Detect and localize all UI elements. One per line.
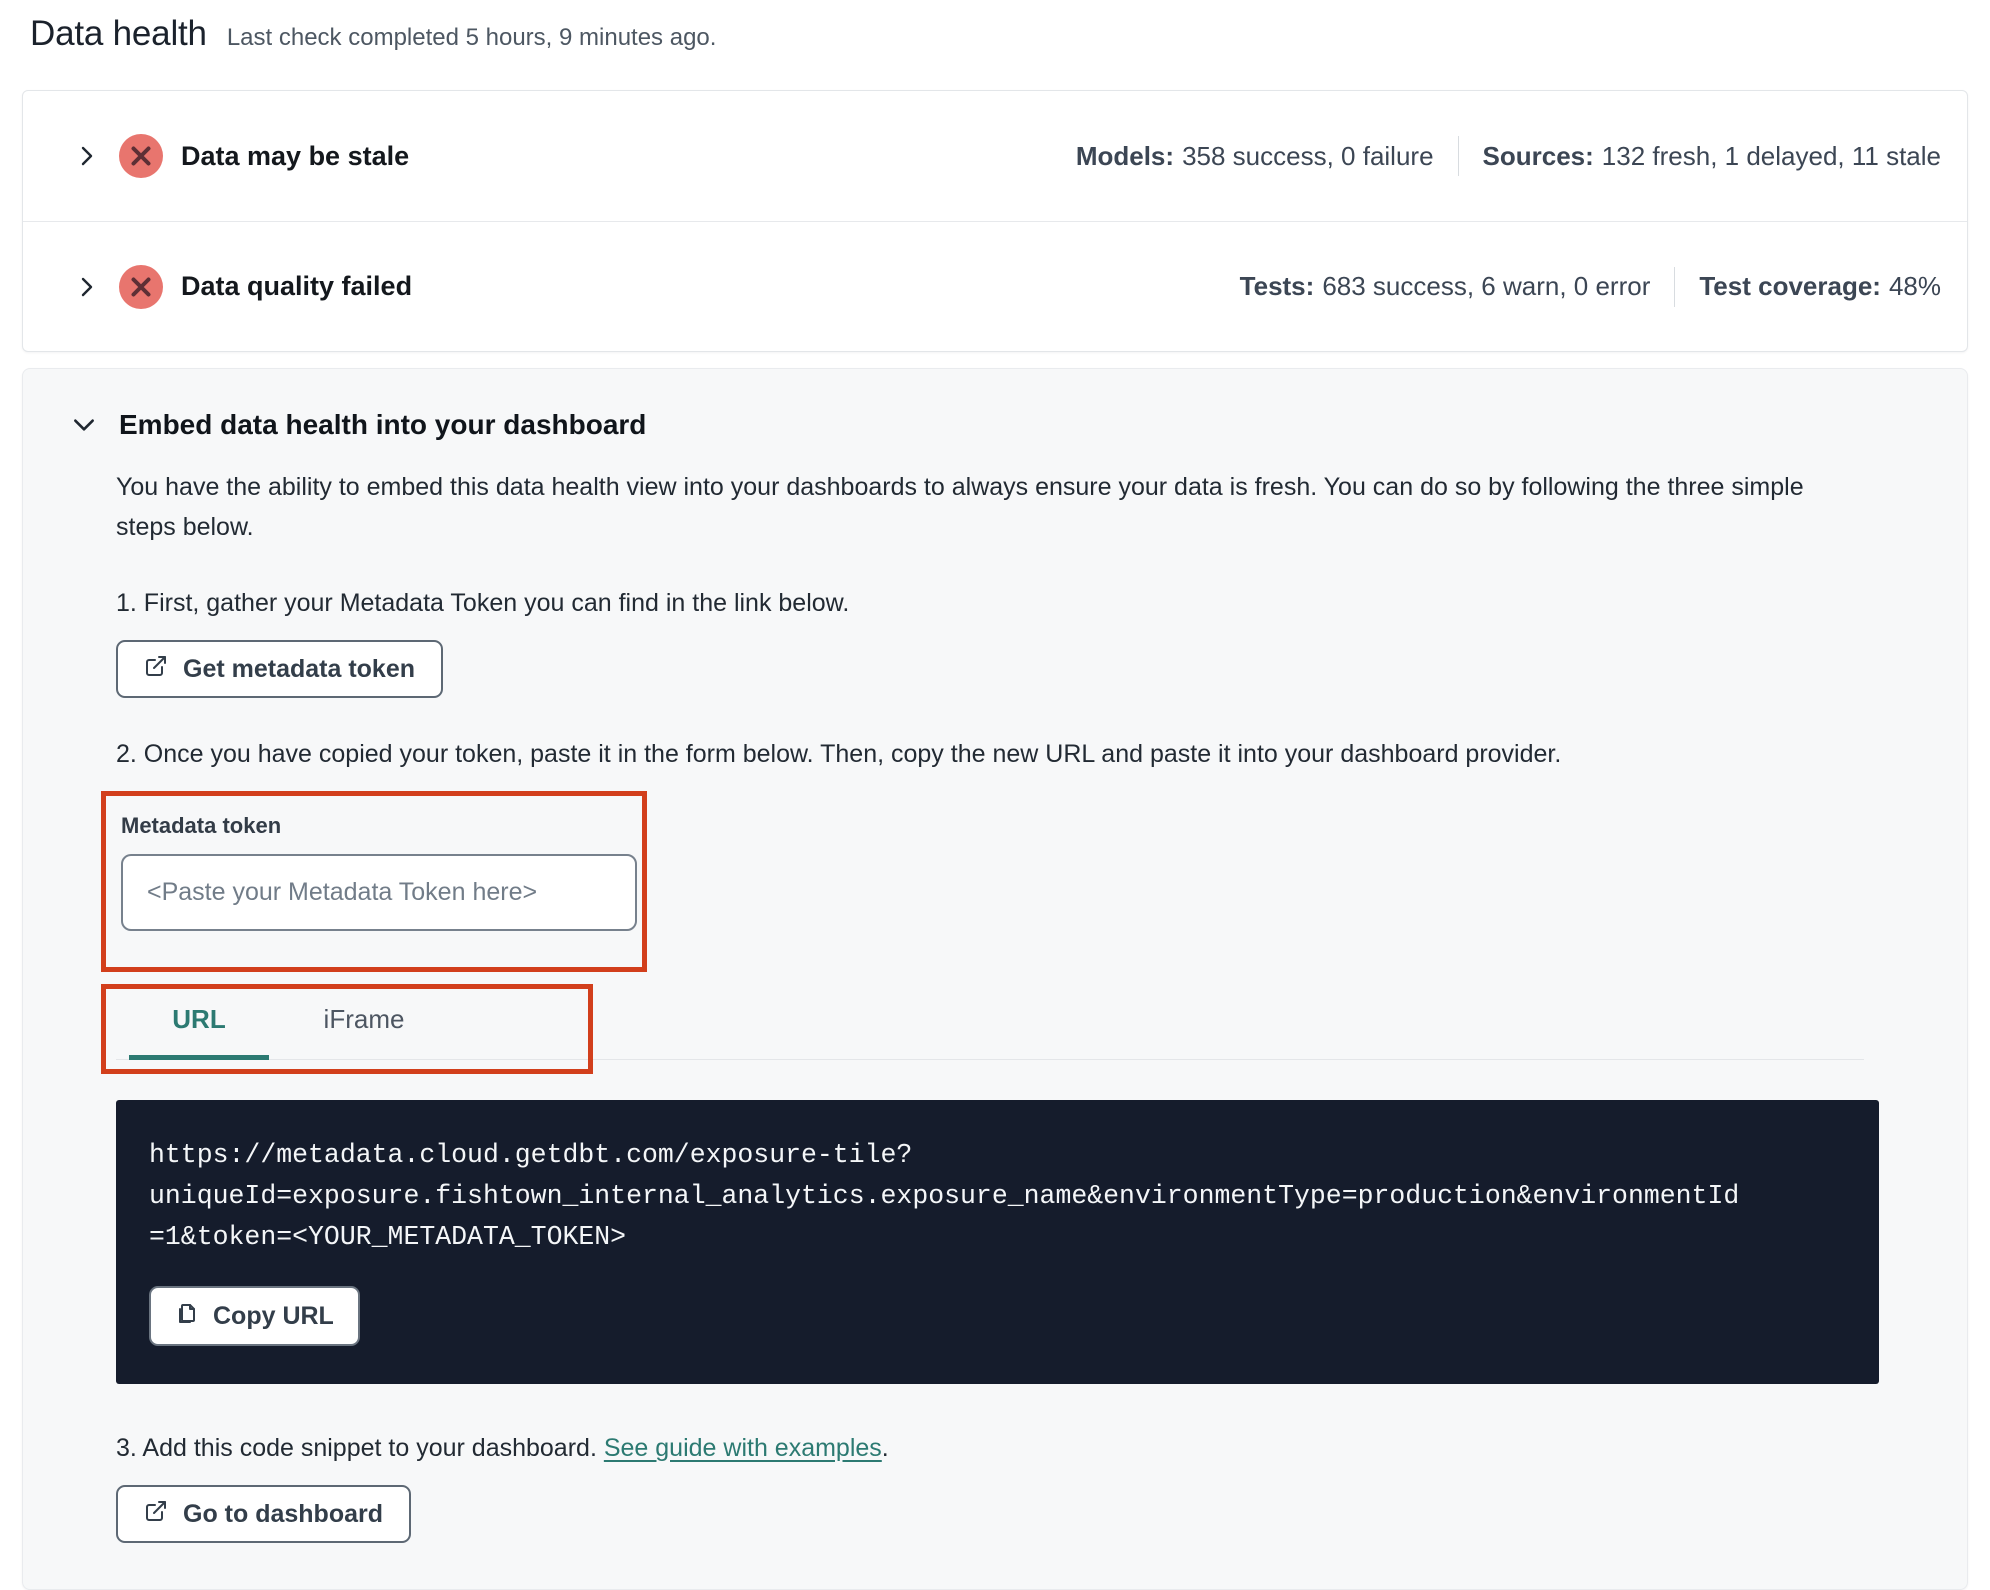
status-row-stale[interactable]: Data may be stale Models: 358 success, 0… (23, 91, 1967, 221)
tab-iframe[interactable]: iFrame (269, 984, 459, 1060)
chevron-down-icon[interactable] (71, 412, 97, 438)
stat-name: Models: (1075, 140, 1175, 171)
stat-value: 48% (1888, 271, 1941, 301)
status-row-stats: Tests: 683 success, 6 warn, 0 error Test… (1239, 266, 1941, 307)
last-check-status: Last check completed 5 hours, 9 minutes … (226, 24, 717, 51)
status-row-title: Data quality failed (181, 271, 413, 301)
see-guide-link[interactable]: See guide with examples (604, 1434, 882, 1462)
chevron-right-icon[interactable] (75, 275, 99, 299)
copy-icon (175, 1300, 199, 1333)
get-metadata-token-button[interactable]: Get metadata token (116, 640, 444, 698)
embed-section-card: Embed data health into your dashboard Yo… (22, 368, 1968, 1590)
tab-bar: URL iFrame (116, 984, 1864, 1060)
page-header: Data health Last check completed 5 hours… (0, 0, 1990, 54)
page-title: Data health (30, 14, 207, 53)
embed-output-tabs: URL iFrame (101, 984, 1887, 1074)
step-3-prefix: 3. Add this code snippet to your dashboa… (116, 1434, 604, 1462)
embed-url-code-block: https://metadata.cloud.getdbt.com/exposu… (116, 1100, 1879, 1384)
embed-section-title: Embed data health into your dashboard (119, 409, 647, 440)
go-to-dashboard-label: Go to dashboard (183, 1499, 383, 1528)
step-3-suffix: . (881, 1434, 889, 1462)
go-to-dashboard-button[interactable]: Go to dashboard (116, 1485, 411, 1543)
error-x-circle-icon (119, 134, 163, 178)
status-row-quality[interactable]: Data quality failed Tests: 683 success, … (23, 221, 1967, 351)
status-row-title: Data may be stale (181, 140, 410, 171)
annotation-box-token: Metadata token (101, 791, 647, 972)
stat-name: Test coverage: (1699, 271, 1881, 301)
embed-section-header[interactable]: Embed data health into your dashboard (71, 409, 1887, 441)
stat-name: Sources: (1482, 140, 1594, 171)
stat-name: Tests: (1239, 271, 1315, 301)
status-card: Data may be stale Models: 358 success, 0… (22, 90, 1968, 352)
stat-value: 132 fresh, 1 delayed, 11 stale (1601, 140, 1941, 171)
step-1-text: 1. First, gather your Metadata Token you… (116, 589, 850, 617)
metadata-token-label: Metadata token (121, 813, 282, 838)
external-link-icon (144, 654, 168, 685)
step-2-text: 2. Once you have copied your token, past… (116, 740, 1562, 768)
stat-value: 358 success, 0 failure (1182, 140, 1434, 171)
copy-url-button[interactable]: Copy URL (149, 1286, 360, 1346)
stat-divider (1457, 136, 1459, 176)
external-link-icon (144, 1499, 168, 1530)
stat-value: 683 success, 6 warn, 0 error (1322, 271, 1651, 301)
embed-description: You have the ability to embed this data … (116, 473, 1804, 541)
tab-url[interactable]: URL (129, 984, 269, 1060)
chevron-right-icon[interactable] (75, 144, 99, 168)
embed-url-text: https://metadata.cloud.getdbt.com/exposu… (149, 1140, 1740, 1252)
step-3-text: 3. Add this code snippet to your dashboa… (116, 1434, 1887, 1463)
status-row-stats: Models: 358 success, 0 failure Sources: … (1076, 136, 1941, 176)
get-metadata-token-label: Get metadata token (183, 654, 416, 683)
copy-url-label: Copy URL (213, 1301, 334, 1330)
metadata-token-input[interactable] (121, 854, 637, 931)
stat-divider (1674, 266, 1676, 307)
error-x-circle-icon (119, 264, 163, 309)
